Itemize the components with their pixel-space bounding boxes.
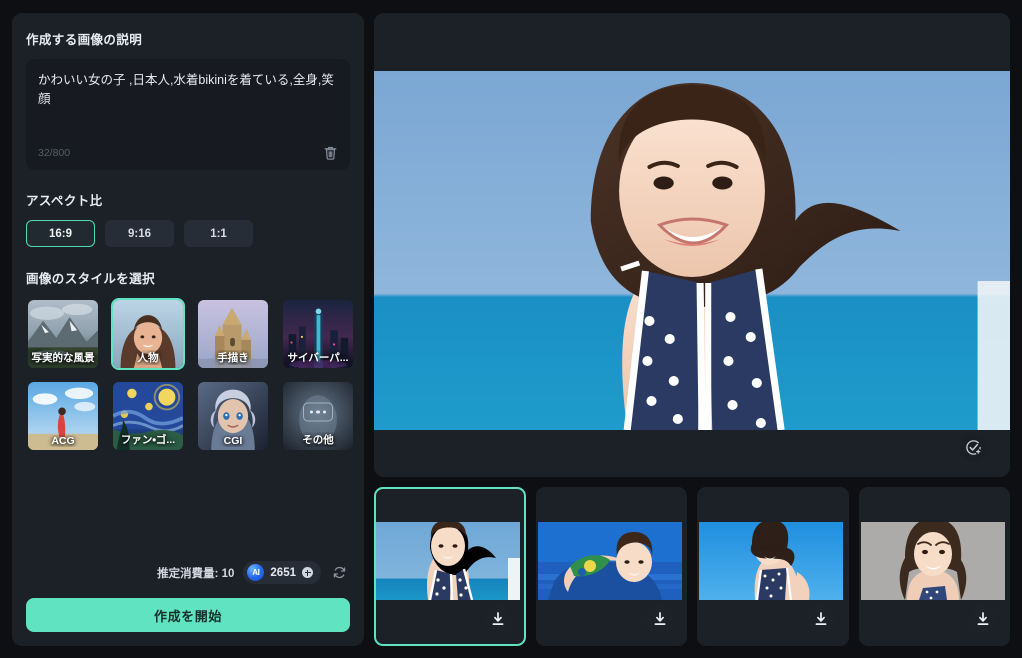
credit-balance-pill[interactable]: AI 2651 — [243, 561, 321, 584]
style-tile-other[interactable]: その他 — [281, 380, 355, 452]
left-panel-footer: 推定消費量: 10 AI 2651 作成を開始 — [26, 561, 350, 632]
thumbnail-item[interactable] — [697, 487, 849, 646]
app-root: 作成する画像の説明 かわいい女の子 ,日本人,水着bikiniを着ている,全身,… — [0, 0, 1022, 658]
thumbnail-image — [860, 522, 1005, 600]
preview-panel — [374, 13, 1010, 477]
cost-row: 推定消費量: 10 AI 2651 — [26, 561, 350, 584]
more-options-icon — [303, 402, 333, 422]
thumbnail-strip — [374, 487, 1010, 646]
preview-image[interactable] — [374, 71, 1010, 430]
char-counter: 32/800 — [38, 147, 71, 159]
download-icon[interactable] — [969, 605, 996, 632]
prompt-section-title: 作成する画像の説明 — [26, 33, 143, 47]
style-tile-van-gogh[interactable]: ファン・ゴ... — [111, 380, 185, 452]
plus-circle-icon[interactable] — [302, 567, 313, 578]
aspect-option-1-1[interactable]: 1:1 — [184, 220, 253, 247]
prompt-footer: 32/800 — [38, 143, 340, 163]
result-area — [374, 13, 1010, 646]
settings-panel: 作成する画像の説明 かわいい女の子 ,日本人,水着bikiniを着ている,全身,… — [12, 13, 364, 646]
prompt-text-value[interactable]: かわいい女の子 ,日本人,水着bikiniを着ている,全身,笑顔 — [38, 71, 338, 110]
aspect-option-16-9[interactable]: 16:9 — [26, 220, 95, 247]
style-tile-label: ファン・ゴ... — [120, 434, 176, 446]
style-section-title: 画像のスタイルを選択 — [26, 272, 156, 286]
prompt-input[interactable]: かわいい女の子 ,日本人,水着bikiniを着ている,全身,笑顔 32/800 — [26, 59, 350, 170]
download-icon[interactable] — [807, 605, 835, 632]
style-grid: 写実的な風景 人物 手描き サイバーパ... ACG ファン・ゴ... CGI … — [26, 298, 353, 452]
thumbnail-item[interactable] — [535, 487, 687, 646]
aspect-option-9-16[interactable]: 9:16 — [105, 220, 174, 247]
download-icon[interactable] — [646, 605, 673, 632]
download-icon[interactable] — [484, 605, 512, 632]
estimated-cost-label: 推定消費量: 10 — [157, 567, 235, 580]
thumbnail-image — [537, 522, 682, 600]
style-tile-label: CGI — [223, 435, 243, 447]
thumbnail-image — [376, 522, 520, 600]
style-tile-hand-drawn[interactable]: 手描き — [196, 298, 270, 370]
style-tile-realistic-landscape[interactable]: 写実的な風景 — [26, 298, 100, 370]
refresh-icon[interactable] — [330, 564, 348, 582]
trash-icon[interactable] — [320, 143, 340, 163]
style-tile-portrait[interactable]: 人物 — [111, 298, 185, 370]
aspect-ratio-group: 16:9 9:16 1:1 — [26, 220, 350, 247]
style-tile-label: ACG — [51, 435, 75, 447]
credit-amount: 2651 — [270, 566, 296, 579]
start-generation-button[interactable]: 作成を開始 — [26, 598, 350, 632]
ai-credit-icon: AI — [247, 564, 265, 581]
style-tile-label: サイバーパ... — [287, 352, 349, 364]
style-tile-label: 手描き — [217, 352, 249, 364]
style-tile-acg[interactable]: ACG — [26, 380, 100, 452]
aspect-section-title: アスペクト比 — [26, 194, 103, 208]
style-tile-label: 人物 — [137, 352, 159, 364]
style-tile-label: 写実的な風景 — [31, 352, 95, 364]
style-tile-label: その他 — [302, 434, 334, 446]
thumbnail-item[interactable] — [858, 487, 1010, 646]
check-circle-plus-icon — [966, 440, 982, 455]
style-tile-cgi[interactable]: CGI — [196, 380, 270, 452]
style-tile-cyberpunk[interactable]: サイバーパ... — [281, 298, 355, 370]
add-to-collection-button[interactable] — [959, 433, 988, 462]
thumbnail-item[interactable] — [374, 487, 526, 646]
thumbnail-image — [699, 522, 843, 600]
